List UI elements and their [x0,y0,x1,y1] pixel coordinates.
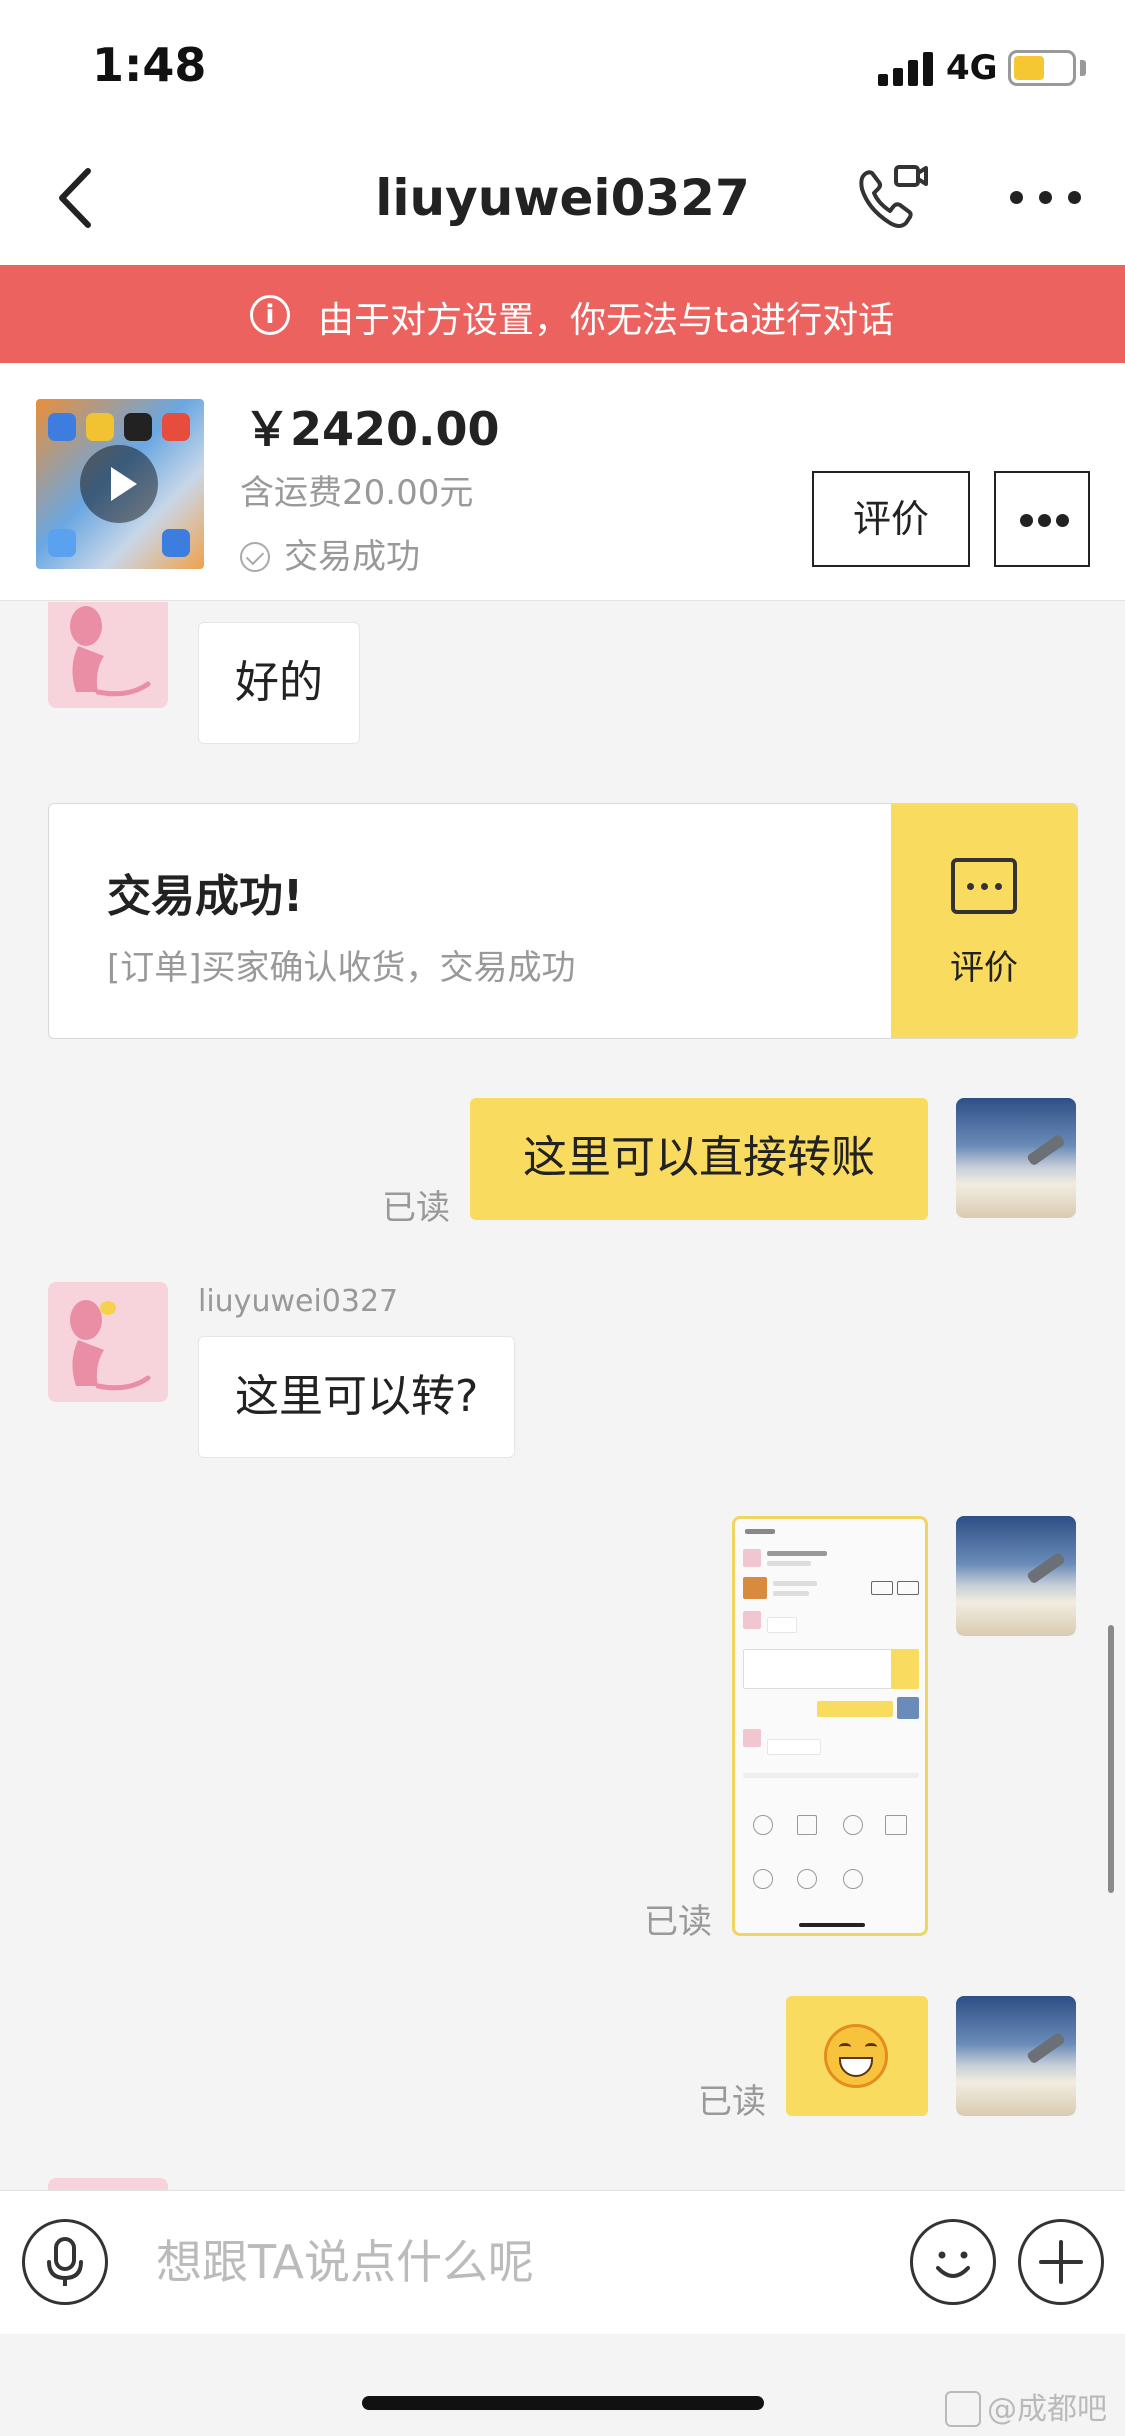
status-time: 1:48 [92,38,207,92]
order-title: 交易成功! [107,871,304,922]
avatar[interactable] [956,1996,1076,2116]
network-label: 4G [946,48,998,88]
battery-icon [1008,50,1076,86]
product-price: ￥2420.00 [244,402,500,456]
avatar[interactable] [48,2178,168,2190]
check-icon [240,542,270,572]
read-status: 已读 [382,1188,450,1228]
status-bar: 1:48 4G [0,0,1125,135]
pink-panther-avatar-icon [70,606,151,697]
avatar[interactable] [48,602,168,708]
smiley-icon [936,2251,970,2278]
rate-button[interactable]: 评价 [812,471,970,567]
battery-tip [1080,60,1086,76]
plus-icon [1039,2240,1083,2284]
play-icon [80,445,158,523]
avatar[interactable] [956,1516,1076,1636]
chat-header: liuyuwei0327 [0,135,1125,265]
watermark-text: @成都吧 [987,2392,1107,2427]
microphone-icon [47,2237,83,2286]
message-bubble[interactable]: 好的 [198,622,360,744]
product-bar: ￥2420.00 含运费20.00元 交易成功 评价 [0,363,1125,601]
read-status: 已读 [644,1902,712,1942]
home-indicator[interactable] [362,2396,764,2410]
sender-name: liuyuwei0327 [198,1284,399,1319]
pink-panther-avatar-icon [70,1300,151,1391]
screenshot-image[interactable] [732,1516,928,1936]
order-card[interactable]: 交易成功! [订单]买家确认收货，交易成功 评价 [48,803,1078,1039]
watermark: @成都吧 [945,2384,1107,2428]
info-icon: i [250,295,290,335]
airplane-wing-icon [1026,2031,1066,2065]
sticker-bubble[interactable] [786,1996,928,2116]
voice-button[interactable] [22,2219,108,2305]
comment-icon [951,858,1017,914]
input-bar [0,2190,1125,2334]
add-button[interactable] [1018,2219,1104,2305]
signal-icon [878,52,936,86]
order-rate-button[interactable]: 评价 [891,804,1077,1038]
more-button[interactable] [1010,185,1082,209]
banner-text: 由于对方设置，你无法与ta进行对话 [318,300,895,341]
notice-banner: i 由于对方设置，你无法与ta进行对话 [0,265,1125,363]
read-status: 已读 [698,2082,766,2122]
watermark-logo-icon [945,2391,981,2427]
product-more-button[interactable] [994,471,1090,567]
order-rate-label: 评价 [950,948,1018,988]
scrollbar[interactable] [1108,1625,1114,1893]
message-bubble[interactable]: 这里可以转? [198,1336,516,1458]
grinning-face-icon [824,2024,888,2088]
avatar[interactable] [956,1098,1076,1218]
avatar[interactable] [48,1282,168,1402]
product-thumbnail[interactable] [36,399,204,569]
video-call-icon [859,165,928,228]
deal-status-label: 交易成功 [284,537,420,577]
message-bubble[interactable]: 这里可以直接转账 [470,1098,928,1220]
page-title: liuyuwei0327 [375,169,750,227]
chat-messages[interactable]: 好的 交易成功! [订单]买家确认收货，交易成功 评价 已读 这里可以直接转账 … [0,602,1125,2190]
message-input[interactable] [130,2219,890,2305]
emoji-button[interactable] [910,2219,996,2305]
shipping-fee: 含运费20.00元 [240,473,474,513]
video-call-button[interactable] [850,157,930,237]
order-description: [订单]买家确认收货，交易成功 [107,948,576,988]
deal-status: 交易成功 [240,529,420,578]
airplane-wing-icon [1026,1133,1066,1167]
airplane-wing-icon [1026,1551,1066,1585]
